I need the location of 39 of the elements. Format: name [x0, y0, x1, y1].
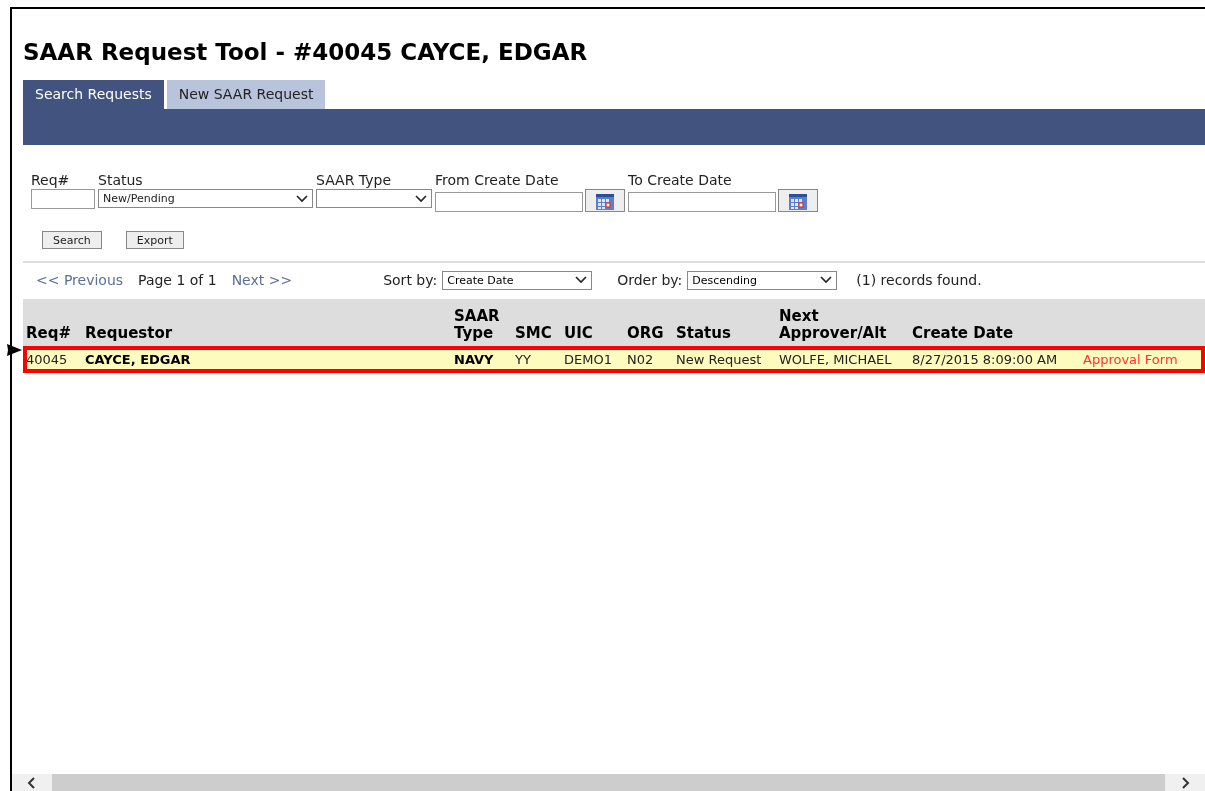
table-row[interactable]: 40045 CAYCE, EDGAR NAVY YY DEMO1 N02 New Request WOLFE, MICHAEL 8/27/2015 8:09:00 AM Approval Form — [23, 346, 1205, 373]
field-label: Req# — [31, 171, 71, 189]
chevron-icon — [296, 194, 308, 203]
action-button[interactable]: Search — [42, 231, 102, 249]
field-label: Status — [98, 171, 144, 189]
column-header: SAAR Type — [451, 299, 512, 346]
next-link[interactable]: Next >> — [231, 272, 293, 288]
column-header: SMC — [512, 299, 561, 346]
column-header: Status — [673, 299, 776, 346]
date-field[interactable] — [628, 192, 776, 212]
column-header: Next Approver/Alt — [776, 299, 909, 346]
tab[interactable]: New SAAR Request — [166, 80, 326, 109]
field-label: From Create Date — [435, 171, 560, 189]
page-title: SAAR Request Tool - #40045 CAYCE, EDGAR — [23, 38, 589, 67]
sort-label: Sort by: — [383, 272, 438, 288]
dropdown[interactable] — [316, 189, 432, 208]
sort-dropdown[interactable]: Create Date — [442, 270, 593, 290]
input-field[interactable] — [31, 189, 95, 209]
column-header: Req# — [23, 299, 82, 346]
column-header: Requestor — [82, 299, 451, 346]
action-button[interactable]: Export — [125, 231, 184, 249]
chevron-icon — [415, 194, 427, 203]
calendar-button[interactable] — [585, 189, 625, 212]
order-label: Order by: — [617, 272, 683, 288]
chevron-icon — [575, 276, 588, 284]
column-header: Create Date — [909, 299, 1080, 346]
page-indicator: Page 1 of 1 — [138, 272, 217, 288]
chevron-icon — [820, 276, 833, 284]
field-label: To Create Date — [628, 171, 733, 189]
calendar-button[interactable] — [778, 189, 818, 212]
field-label: SAAR Type — [316, 171, 393, 189]
order-dropdown[interactable]: Descending — [687, 270, 838, 290]
date-field[interactable] — [435, 192, 583, 212]
previous-link[interactable]: << Previous — [36, 272, 124, 288]
dropdown[interactable]: New/Pending — [98, 189, 313, 208]
records-count: (1) records found. — [856, 272, 982, 288]
column-header: UIC — [561, 299, 624, 346]
tab[interactable]: Search Requests — [23, 80, 164, 109]
column-header: ORG — [624, 299, 673, 346]
